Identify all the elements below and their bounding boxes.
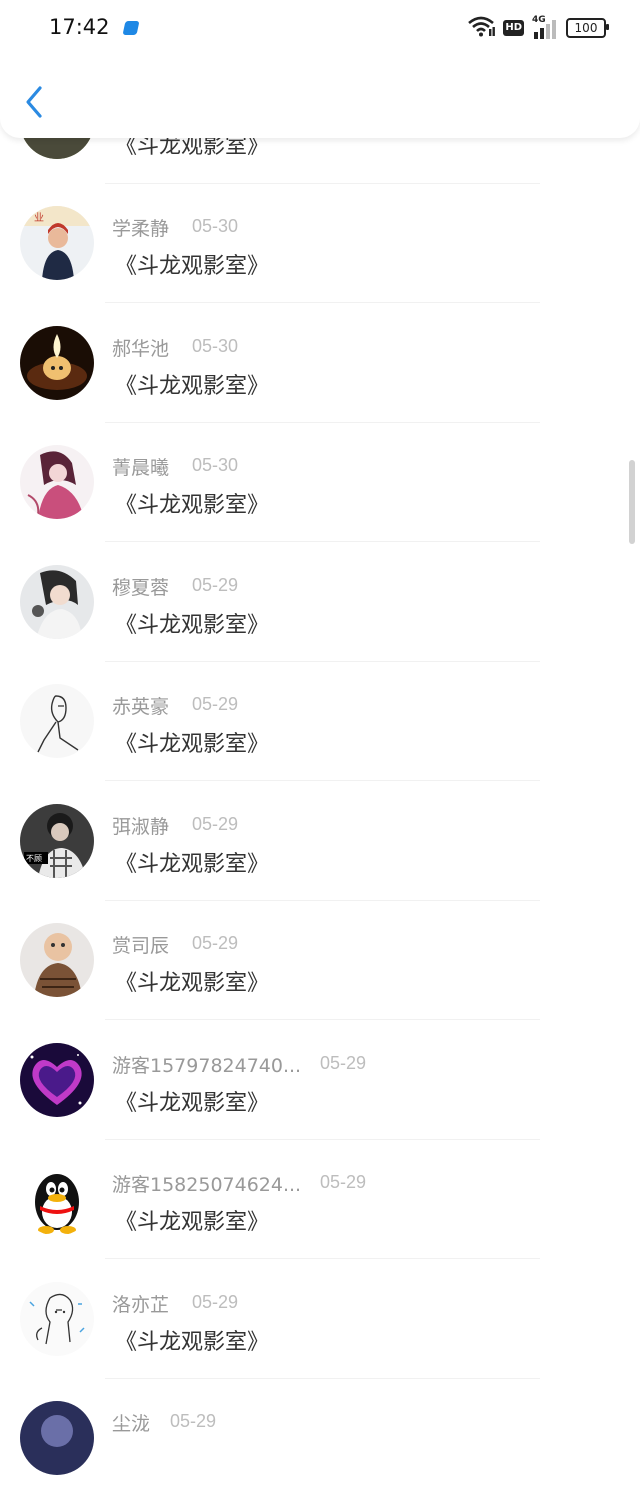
item-title: 《斗龙观影室》 — [115, 493, 270, 518]
svg-text:业: 业 — [34, 212, 44, 224]
comment-date: 05-29 — [192, 1291, 239, 1312]
comment-date: 05-29 — [192, 933, 239, 953]
user-name[interactable]: 赤英豪 — [112, 692, 169, 719]
app-notification-icon — [122, 21, 140, 35]
user-name[interactable]: 菁晨曦 — [112, 453, 169, 480]
item-title: 《斗龙观影室》 — [115, 1329, 270, 1355]
comment-date: 05-29 — [320, 1172, 367, 1192]
list-item[interactable]: 游客15825074624... 05-29 《斗龙观影室》 — [0, 1140, 640, 1260]
comment-date: 05-30 — [192, 335, 239, 356]
user-name[interactable]: 穆夏蓉 — [112, 573, 169, 600]
list-item[interactable]: 尘泷 05-29 — [0, 1379, 640, 1499]
comment-date: 05-29 — [192, 813, 239, 834]
status-time: 17:42 — [49, 15, 110, 39]
list-item[interactable]: 穆夏蓉 05-29 《斗龙观影室》 — [0, 543, 640, 663]
comment-date: 05-29 — [192, 694, 239, 714]
comment-date: 05-29 — [320, 1052, 367, 1073]
item-title: 《斗龙观影室》 — [115, 732, 270, 757]
user-name[interactable]: 弭淑静 — [112, 812, 169, 839]
list-item[interactable]: 赤英豪 05-29 《斗龙观影室》 — [0, 662, 640, 782]
top-header — [0, 56, 640, 138]
item-title: 《斗龙观影室》 — [115, 1210, 270, 1235]
avatar[interactable]: 业 — [20, 206, 94, 280]
back-button[interactable] — [18, 82, 52, 122]
avatar[interactable] — [20, 1281, 94, 1356]
user-name[interactable]: 学柔静 — [112, 214, 169, 241]
user-name[interactable]: 赏司辰 — [112, 931, 169, 958]
avatar[interactable] — [20, 445, 94, 519]
avatar[interactable] — [20, 325, 94, 400]
list-item[interactable]: 赏司辰 05-29 《斗龙观影室》 — [0, 901, 640, 1021]
user-name[interactable]: 游客15825074624... — [112, 1170, 301, 1197]
user-name[interactable]: 郝华池 — [112, 334, 169, 361]
list-item[interactable]: 菁晨曦 05-30 《斗龙观影室》 — [0, 423, 640, 543]
wifi-icon — [467, 15, 496, 41]
avatar[interactable]: 不顾 — [20, 803, 94, 878]
avatar[interactable] — [20, 1162, 94, 1236]
svg-text:不顾: 不顾 — [26, 854, 42, 863]
list-item[interactable]: 洛亦芷 05-29 《斗龙观影室》 — [0, 1260, 640, 1380]
chevron-left-icon — [26, 86, 42, 118]
item-title: 《斗龙观影室》 — [115, 851, 270, 877]
battery-level: 100 — [574, 21, 598, 35]
item-title: 《斗龙观影室》 — [115, 254, 270, 279]
avatar[interactable] — [20, 1401, 94, 1475]
list-item[interactable]: 业 学柔静 05-30 《斗龙观影室》 — [0, 184, 640, 304]
list-item[interactable]: 郝华池 05-30 《斗龙观影室》 — [0, 304, 640, 424]
avatar[interactable] — [20, 1042, 94, 1117]
item-title: 《斗龙观影室》 — [115, 612, 270, 638]
hd-badge: HD — [503, 20, 524, 36]
battery-icon: 100 — [566, 18, 609, 38]
user-name[interactable]: 尘泷 — [112, 1409, 150, 1436]
item-title: 《斗龙观影室》 — [115, 971, 270, 996]
user-name[interactable]: 洛亦芷 — [112, 1290, 169, 1317]
avatar[interactable] — [20, 564, 94, 639]
list-item[interactable]: 游客15797824740... 05-29 《斗龙观影室》 — [0, 1021, 640, 1141]
avatar[interactable] — [20, 684, 94, 758]
avatar[interactable] — [20, 923, 94, 997]
user-name[interactable]: 游客15797824740... — [112, 1051, 301, 1078]
comment-date: 05-30 — [192, 216, 239, 236]
scrollbar[interactable] — [629, 460, 635, 544]
list-item[interactable]: 不顾 弭淑静 05-29 《斗龙观影室》 — [0, 782, 640, 902]
item-title: 《斗龙观影室》 — [115, 373, 270, 399]
comment-date: 05-30 — [192, 455, 239, 475]
item-title: 《斗龙观影室》 — [115, 1090, 270, 1116]
comment-date: 05-29 — [192, 574, 239, 595]
status-icons: HD 4G 100 — [467, 15, 609, 41]
status-bar: 17:42 HD 4G 100 — [0, 0, 640, 56]
signal-icon: 4G — [532, 15, 558, 39]
